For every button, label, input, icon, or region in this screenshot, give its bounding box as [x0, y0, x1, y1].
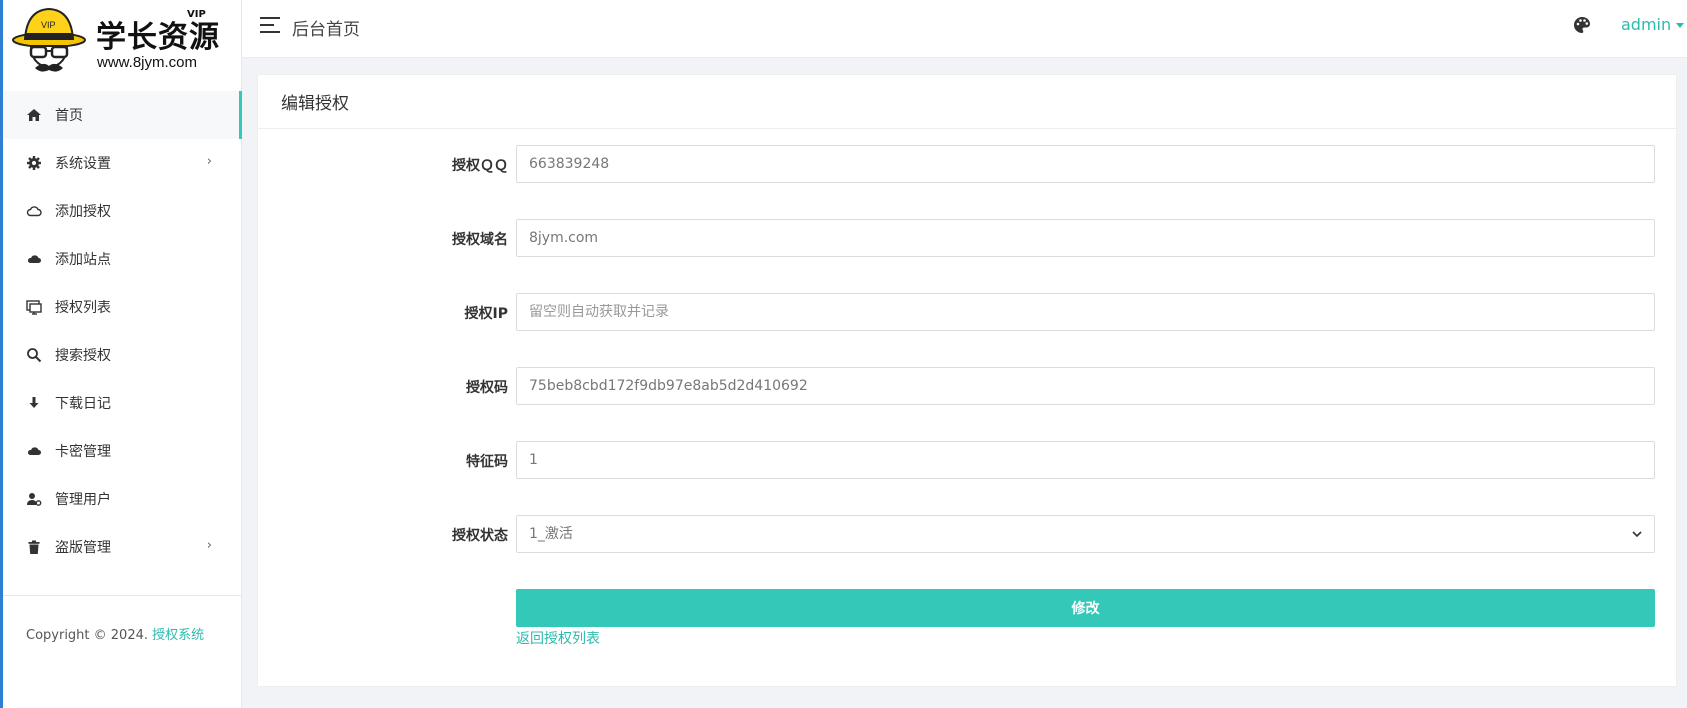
sidebar-item-label: 添加站点: [55, 252, 111, 268]
sidebar-item-label: 搜索授权: [55, 348, 111, 364]
user-menu[interactable]: admin: [1621, 15, 1685, 34]
ip-input[interactable]: [516, 293, 1655, 331]
chevron-right-icon: ›: [206, 538, 212, 553]
copyright-link[interactable]: 授权系统: [152, 628, 204, 643]
form-row-domain: 授权域名: [258, 219, 1678, 257]
sidebar-item-license-list[interactable]: 授权列表: [3, 283, 242, 331]
caret-down-icon: [1676, 23, 1685, 28]
sidebar-item-download-log[interactable]: 下载日记: [3, 379, 242, 427]
sidebar-item-search-license[interactable]: 搜索授权: [3, 331, 242, 379]
sidebar-item-home[interactable]: 首页: [3, 91, 242, 139]
chevron-right-icon: ›: [206, 154, 212, 169]
copyright: Copyright © 2024. 授权系统: [26, 624, 204, 643]
sidebar: VIP 学长资源 VIP www.8jym.com 首页 系统设置 › 添加授权…: [0, 0, 242, 708]
form-row-ip: 授权IP: [258, 293, 1678, 331]
sidebar-item-manage-users[interactable]: 管理用户: [3, 475, 242, 523]
search-icon: [24, 345, 44, 365]
form-row-qq: 授权ＱＱ: [258, 145, 1678, 183]
sidebar-item-add-license[interactable]: 添加授权: [3, 187, 242, 235]
form-row-feature-code: 特征码: [258, 441, 1678, 479]
download-icon: [24, 393, 44, 413]
brand-url: www.8jym.com: [97, 54, 198, 71]
sidebar-item-label: 系统设置: [55, 156, 111, 172]
qq-input[interactable]: [516, 145, 1655, 183]
card-title: 编辑授权: [258, 75, 1676, 129]
user-gear-icon: [24, 489, 44, 509]
monitor-icon: [24, 297, 44, 317]
sidebar-item-card-key-management[interactable]: 卡密管理: [3, 427, 242, 475]
sidebar-nav: 首页 系统设置 › 添加授权 添加站点 授权列表 搜索授权 下载日记 卡密管理 …: [3, 91, 242, 571]
form-row-license-code: 授权码: [258, 367, 1678, 405]
sidebar-item-label: 授权列表: [55, 300, 111, 316]
qq-label: 授权ＱＱ: [452, 158, 508, 174]
home-icon: [24, 105, 44, 125]
gear-icon: [24, 153, 44, 173]
sidebar-item-label: 下载日记: [55, 396, 111, 412]
sidebar-item-add-site[interactable]: 添加站点: [3, 235, 242, 283]
cloud-icon: [24, 441, 44, 461]
submit-button[interactable]: 修改: [516, 589, 1655, 627]
status-label: 授权状态: [452, 528, 508, 544]
ip-label: 授权IP: [464, 306, 508, 322]
sidebar-item-system-settings[interactable]: 系统设置 ›: [3, 139, 242, 187]
domain-input[interactable]: [516, 219, 1655, 257]
form-row-status: 授权状态 1_激活: [258, 515, 1678, 553]
cloud-outline-icon: [24, 201, 44, 221]
menu-toggle-icon[interactable]: [260, 17, 280, 33]
sidebar-item-label: 首页: [55, 108, 83, 124]
trash-icon: [24, 537, 44, 557]
palette-icon[interactable]: [1572, 15, 1592, 35]
sidebar-item-label: 盗版管理: [55, 540, 111, 556]
svg-text:VIP: VIP: [41, 20, 56, 30]
logo[interactable]: VIP 学长资源 VIP www.8jym.com: [11, 6, 231, 82]
sidebar-item-piracy-management[interactable]: 盗版管理 ›: [3, 523, 242, 571]
domain-label: 授权域名: [452, 232, 508, 248]
vip-badge: VIP: [187, 9, 206, 20]
top-bar: 后台首页 admin: [242, 0, 1687, 58]
sidebar-item-label: 添加授权: [55, 204, 111, 220]
sidebar-item-label: 卡密管理: [55, 444, 111, 460]
breadcrumb[interactable]: 后台首页: [292, 15, 360, 40]
feature-code-input[interactable]: [516, 441, 1655, 479]
status-select[interactable]: 1_激活: [516, 515, 1655, 553]
username: admin: [1621, 15, 1672, 34]
license-code-label: 授权码: [466, 380, 508, 396]
copyright-text: Copyright © 2024.: [26, 628, 149, 643]
cloud-icon: [24, 249, 44, 269]
sidebar-divider: [3, 595, 242, 596]
back-to-list-link[interactable]: 返回授权列表: [516, 628, 600, 648]
sidebar-item-label: 管理用户: [55, 492, 111, 508]
edit-license-card: 编辑授权 授权ＱＱ 授权域名 授权IP 授权码 特征码 授权状态 1_激活 修改…: [257, 74, 1677, 687]
feature-code-label: 特征码: [466, 454, 508, 470]
license-code-input[interactable]: [516, 367, 1655, 405]
